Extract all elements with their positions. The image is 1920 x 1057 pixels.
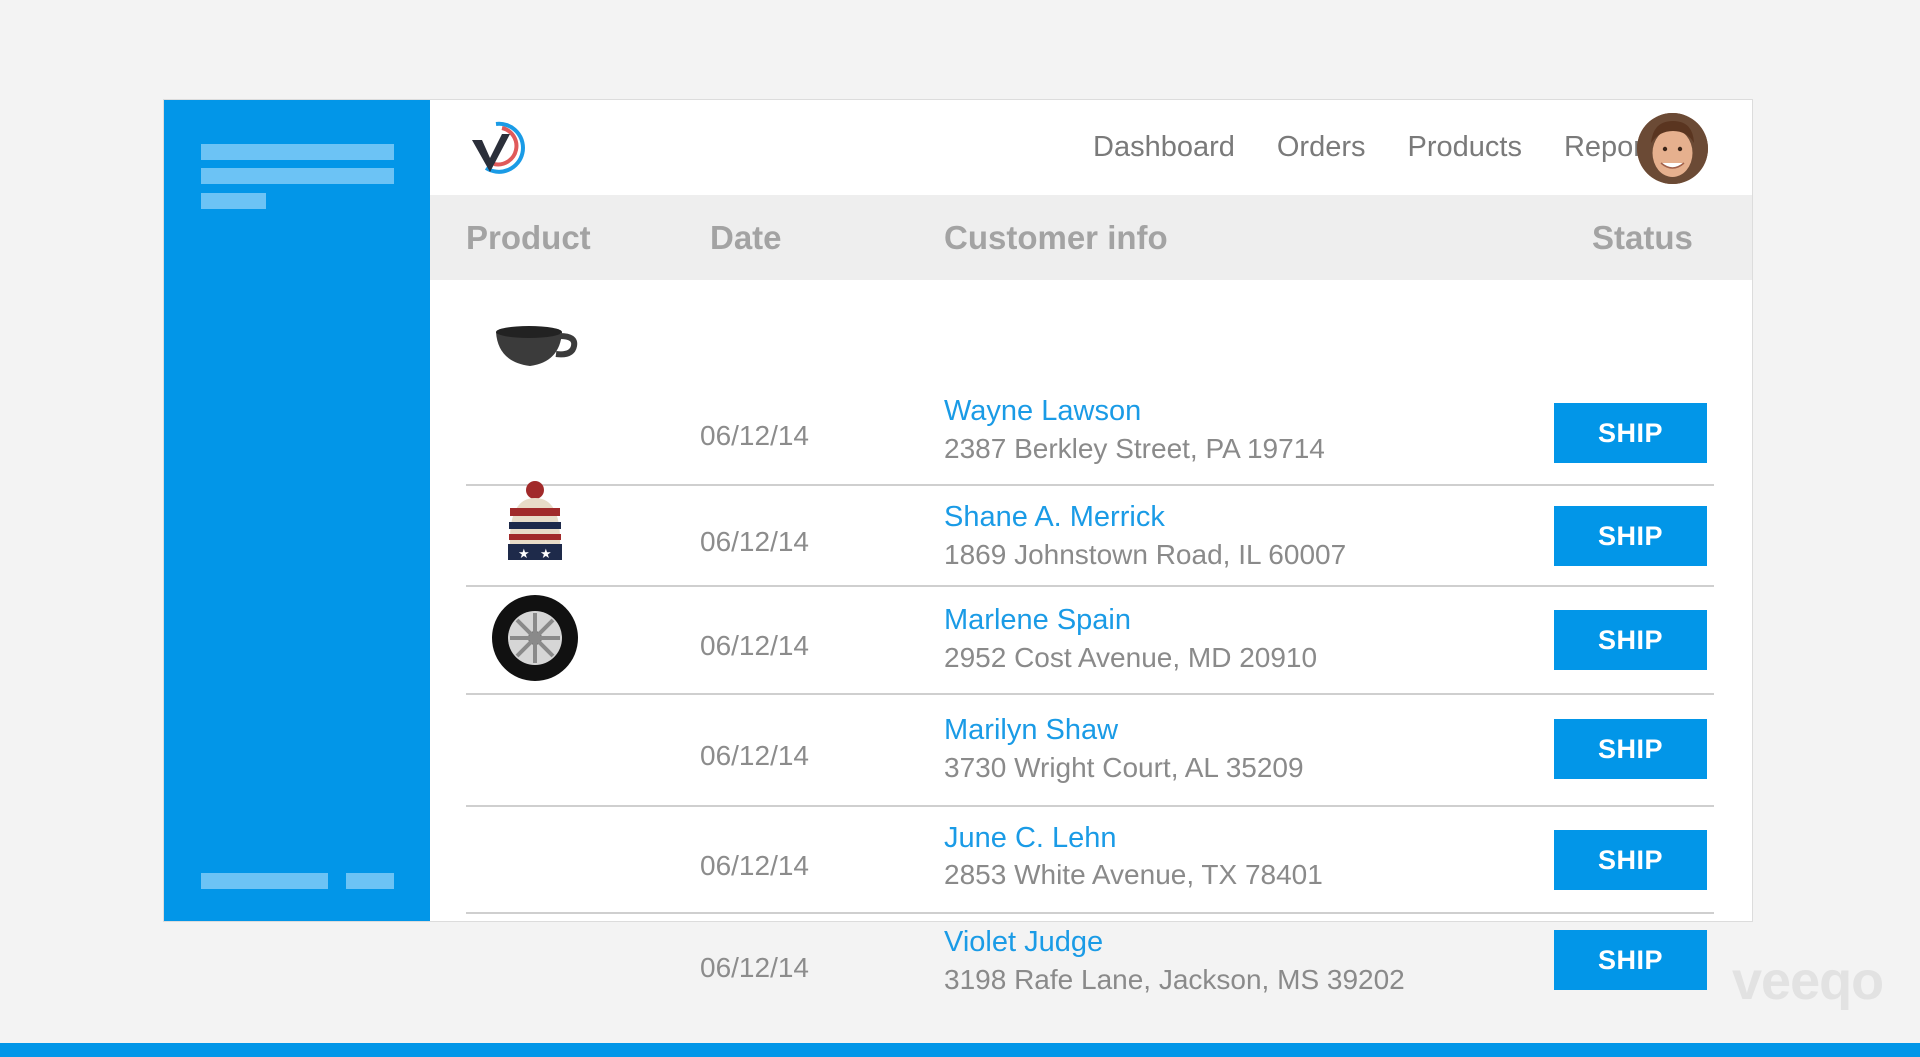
- bottom-accent-bar: [0, 1043, 1920, 1057]
- user-avatar[interactable]: [1637, 113, 1708, 184]
- column-header-product[interactable]: Product: [466, 195, 591, 280]
- order-date: 06/12/14: [700, 420, 809, 451]
- customer-name-link[interactable]: Marilyn Shaw: [944, 714, 1118, 747]
- order-date: 06/12/14: [700, 526, 809, 557]
- table-row[interactable]: 06/12/14 Marlene Spain 2952 Cost Avenue,…: [430, 586, 1752, 695]
- ship-button[interactable]: SHIP: [1554, 506, 1707, 566]
- customer-address: 2952 Cost Avenue, MD 20910: [944, 642, 1318, 673]
- nav-products[interactable]: Products: [1408, 131, 1522, 164]
- customer-name-link[interactable]: Shane A. Merrick: [944, 501, 1165, 534]
- svg-text:★: ★: [540, 547, 552, 562]
- order-date: 06/12/14: [700, 850, 809, 881]
- customer-address: 1869 Johnstown Road, IL 60007: [944, 539, 1347, 570]
- table-row[interactable]: 06/12/14 Wayne Lawson 2387 Berkley Stree…: [430, 280, 1752, 486]
- column-header-customer[interactable]: Customer info: [944, 195, 1168, 280]
- svg-text:★: ★: [518, 547, 530, 562]
- ship-button[interactable]: SHIP: [1554, 403, 1707, 463]
- nav-dashboard[interactable]: Dashboard: [1093, 131, 1235, 164]
- app-window: Dashboard Orders Products Reports Produc…: [164, 100, 1752, 995]
- nav-menu: Dashboard Orders Products Reports: [1093, 100, 1666, 195]
- nav-orders[interactable]: Orders: [1277, 131, 1366, 164]
- ship-button[interactable]: SHIP: [1554, 930, 1707, 990]
- ship-button[interactable]: SHIP: [1554, 610, 1707, 670]
- customer-name-link[interactable]: Marlene Spain: [944, 604, 1131, 637]
- main-panel: Dashboard Orders Products Reports Produc…: [430, 100, 1752, 995]
- table-header: Product Date Customer info Status: [430, 195, 1752, 280]
- customer-address: 3198 Rafe Lane, Jackson, MS 39202: [944, 964, 1405, 995]
- tire-icon: [492, 595, 578, 681]
- ship-button[interactable]: SHIP: [1554, 830, 1707, 890]
- order-date: 06/12/14: [700, 740, 809, 771]
- veeqo-logo-icon[interactable]: [468, 114, 538, 180]
- customer-address: 2387 Berkley Street, PA 19714: [944, 433, 1325, 464]
- mug-icon: [496, 326, 578, 366]
- customer-name-link[interactable]: Violet Judge: [944, 926, 1103, 959]
- customer-address: 3730 Wright Court, AL 35209: [944, 752, 1304, 783]
- sidebar-placeholder-line: [201, 193, 266, 209]
- sidebar-footer-placeholder: [201, 873, 328, 889]
- table-row[interactable]: 06/12/14 Marilyn Shaw 3730 Wright Court,…: [430, 694, 1752, 807]
- table-row[interactable]: 06/12/14 June C. Lehn 2853 White Avenue,…: [430, 806, 1752, 914]
- beanie-hat-icon: ★ ★: [508, 481, 562, 562]
- ship-button[interactable]: SHIP: [1554, 719, 1707, 779]
- sidebar-footer-placeholder: [346, 873, 394, 889]
- sidebar-placeholder-line: [201, 168, 394, 184]
- veeqo-watermark-logo: veeqo: [1732, 951, 1884, 1011]
- customer-address: 2853 White Avenue, TX 78401: [944, 859, 1323, 890]
- customer-name-link[interactable]: June C. Lehn: [944, 822, 1117, 855]
- customer-name-link[interactable]: Wayne Lawson: [944, 395, 1141, 428]
- order-date: 06/12/14: [700, 952, 809, 983]
- column-header-status[interactable]: Status: [1592, 195, 1693, 280]
- avatar-portrait-icon: [1637, 113, 1708, 184]
- sidebar: [164, 100, 430, 921]
- order-date: 06/12/14: [700, 630, 809, 661]
- top-nav-bar: Dashboard Orders Products Reports: [430, 100, 1752, 195]
- table-row[interactable]: ★ ★ 06/12/14 Shane A. Merrick 1869 Johns…: [430, 481, 1752, 587]
- table-row[interactable]: 06/12/14 Violet Judge 3198 Rafe Lane, Ja…: [430, 912, 1752, 1022]
- column-header-date[interactable]: Date: [710, 195, 782, 280]
- sidebar-placeholder-line: [201, 144, 394, 160]
